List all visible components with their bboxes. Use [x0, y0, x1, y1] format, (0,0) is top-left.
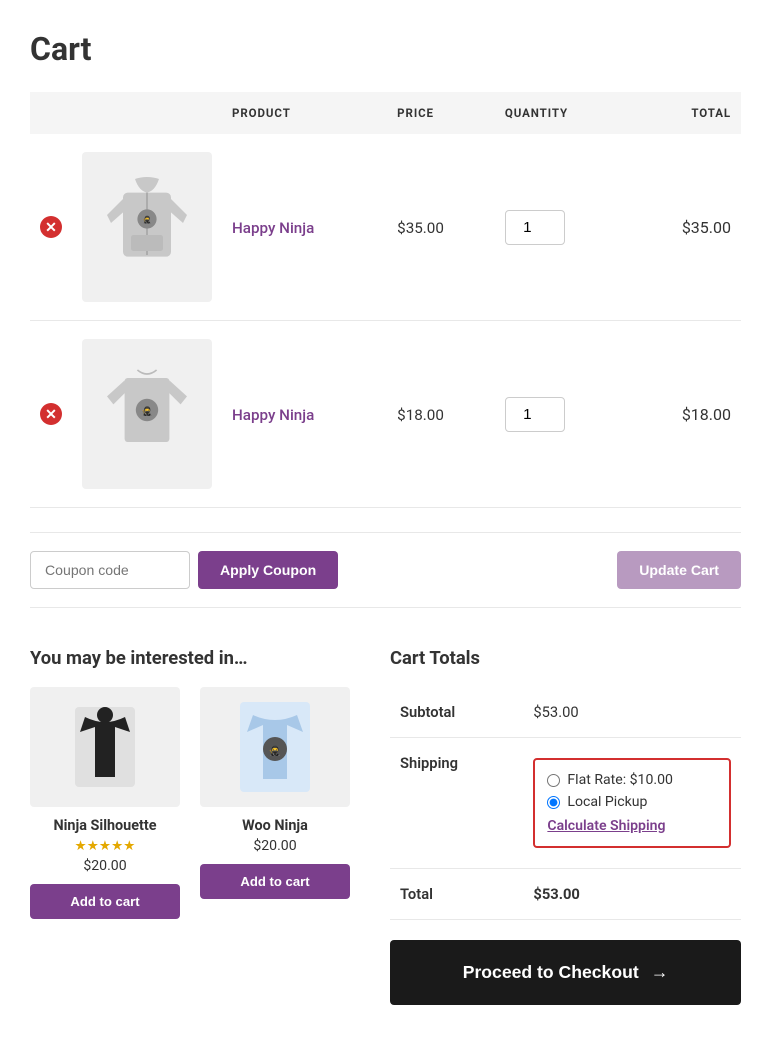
- product-total-1: $35.00: [682, 218, 731, 237]
- col-price: PRICE: [387, 92, 495, 134]
- subtotal-label: Subtotal: [390, 687, 523, 738]
- col-quantity: QUANTITY: [495, 92, 629, 134]
- suggested-image-1: 🥷: [200, 687, 350, 807]
- product-image-hoodie: 🥷: [82, 152, 212, 302]
- quantity-input-1[interactable]: [505, 210, 565, 245]
- remove-item-1-button[interactable]: ✕: [40, 216, 62, 238]
- svg-text:🥷: 🥷: [143, 215, 152, 224]
- svg-text:🥷: 🥷: [142, 406, 153, 417]
- suggested-grid: Ninja Silhouette ★★★★★ $20.00 Add to car…: [30, 687, 350, 919]
- suggested-price-1: $20.00: [200, 838, 350, 854]
- coupon-input[interactable]: [30, 551, 190, 589]
- subtotal-value: $53.00: [523, 687, 741, 738]
- checkout-arrow-icon: →: [651, 962, 669, 983]
- shipping-flat-label: Flat Rate: $10.00: [567, 772, 673, 788]
- lower-section: You may be interested in… Ninja Silhouet…: [30, 648, 741, 1005]
- cart-table: PRODUCT PRICE QUANTITY TOTAL ✕: [30, 92, 741, 508]
- product-total-2: $18.00: [682, 405, 731, 424]
- suggested-item-1: 🥷 Woo Ninja $20.00 Add to cart: [200, 687, 350, 919]
- suggested-image-0: [30, 687, 180, 807]
- totals-table: Subtotal $53.00 Shipping Flat Rate: $10.…: [390, 687, 741, 920]
- coupon-row: Apply Coupon Update Cart: [30, 532, 741, 608]
- total-label: Total: [390, 869, 523, 920]
- shipping-box: Flat Rate: $10.00 Local Pickup Calculate…: [533, 758, 731, 848]
- shipping-option-flat: Flat Rate: $10.00: [547, 772, 717, 788]
- add-to-cart-button-1[interactable]: Add to cart: [200, 864, 350, 899]
- product-name-2[interactable]: Happy Ninja: [232, 406, 314, 424]
- shipping-option-local: Local Pickup: [547, 794, 717, 810]
- shipping-label: Shipping: [390, 738, 523, 869]
- proceed-to-checkout-button[interactable]: Proceed to Checkout →: [390, 940, 741, 1005]
- total-value: $53.00: [523, 869, 741, 920]
- checkout-label: Proceed to Checkout: [463, 962, 639, 983]
- suggested-products: You may be interested in… Ninja Silhouet…: [30, 648, 350, 919]
- product-price-2: $18.00: [397, 406, 444, 424]
- apply-coupon-button[interactable]: Apply Coupon: [198, 551, 338, 589]
- suggested-name-1: Woo Ninja: [200, 817, 350, 834]
- col-total: TOTAL: [629, 92, 741, 134]
- cart-totals: Cart Totals Subtotal $53.00 Shipping Fla…: [390, 648, 741, 1005]
- page-title: Cart: [30, 30, 741, 68]
- product-name-1[interactable]: Happy Ninja: [232, 219, 314, 237]
- svg-text:🥷: 🥷: [269, 744, 281, 757]
- shipping-radio-flat[interactable]: [547, 774, 560, 787]
- table-row: ✕: [30, 134, 741, 321]
- col-product: PRODUCT: [222, 92, 387, 134]
- product-price-1: $35.00: [397, 219, 444, 237]
- add-to-cart-button-0[interactable]: Add to cart: [30, 884, 180, 919]
- suggested-name-0: Ninja Silhouette: [30, 817, 180, 834]
- shipping-radio-local[interactable]: [547, 796, 560, 809]
- calculate-shipping-link[interactable]: Calculate Shipping: [547, 818, 717, 834]
- suggested-stars-0: ★★★★★: [30, 838, 180, 854]
- shipping-local-label: Local Pickup: [567, 794, 647, 810]
- cart-totals-heading: Cart Totals: [390, 648, 741, 669]
- update-cart-button[interactable]: Update Cart: [617, 551, 741, 589]
- table-row: ✕ 🥷: [30, 321, 741, 508]
- product-image-tshirt: 🥷: [82, 339, 212, 489]
- suggested-item-0: Ninja Silhouette ★★★★★ $20.00 Add to car…: [30, 687, 180, 919]
- suggested-price-0: $20.00: [30, 858, 180, 874]
- suggested-heading: You may be interested in…: [30, 648, 350, 669]
- quantity-input-2[interactable]: [505, 397, 565, 432]
- remove-item-2-button[interactable]: ✕: [40, 403, 62, 425]
